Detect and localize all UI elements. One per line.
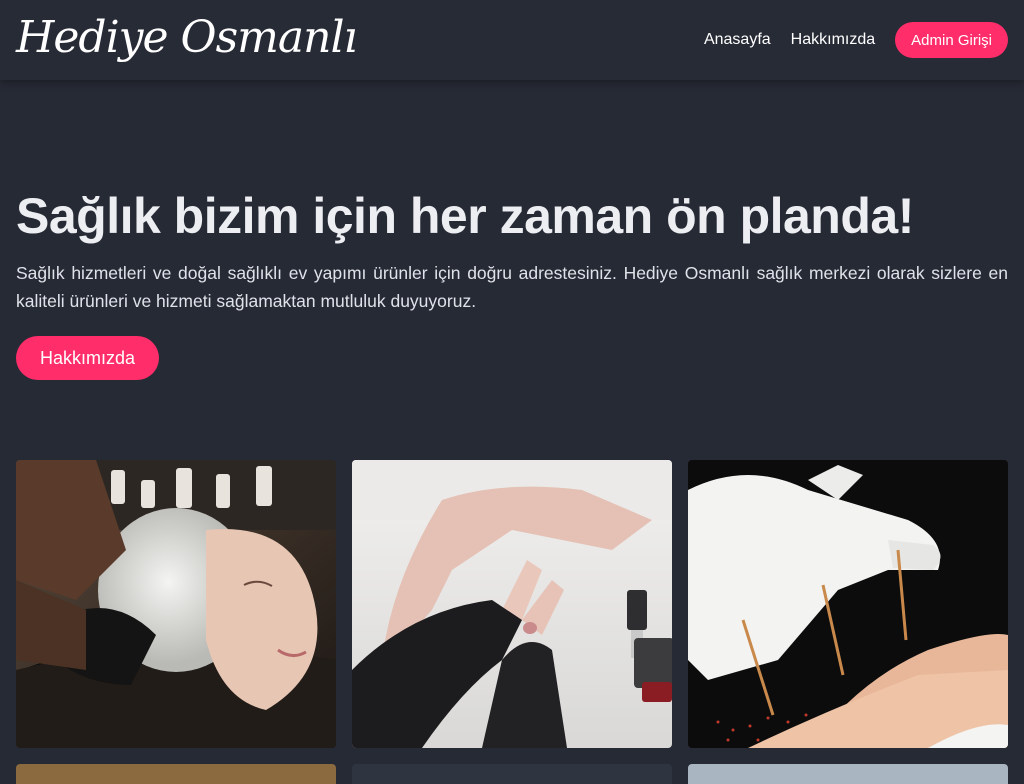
gallery-image-hair-wash[interactable]: [16, 460, 336, 748]
hero-description: Sağlık hizmetleri ve doğal sağlıklı ev y…: [16, 263, 1008, 311]
gallery-image-acupuncture[interactable]: [688, 460, 1008, 748]
admin-login-button[interactable]: Admin Girişi: [895, 22, 1008, 58]
hair-wash-photo: [16, 460, 336, 748]
gallery-image-row2-1[interactable]: [16, 764, 336, 784]
site-logo[interactable]: Hediye Osmanlı: [16, 8, 358, 68]
manicure-photo: [352, 460, 672, 748]
navbar: Hediye Osmanlı Anasayfa Hakkımızda Admin…: [0, 0, 1024, 80]
acupuncture-photo: [688, 460, 1008, 748]
nav-links: Anasayfa Hakkımızda Admin Girişi: [704, 22, 1008, 58]
nav-link-home[interactable]: Anasayfa: [704, 31, 771, 49]
gallery-image-row2-2[interactable]: [352, 764, 672, 784]
hero-title: Sağlık bizim için her zaman ön planda!: [16, 188, 914, 244]
gallery-image-row2-3[interactable]: [688, 764, 1008, 784]
nav-link-about[interactable]: Hakkımızda: [791, 31, 875, 49]
gallery-image-manicure[interactable]: [352, 460, 672, 748]
about-button[interactable]: Hakkımızda: [16, 336, 160, 380]
